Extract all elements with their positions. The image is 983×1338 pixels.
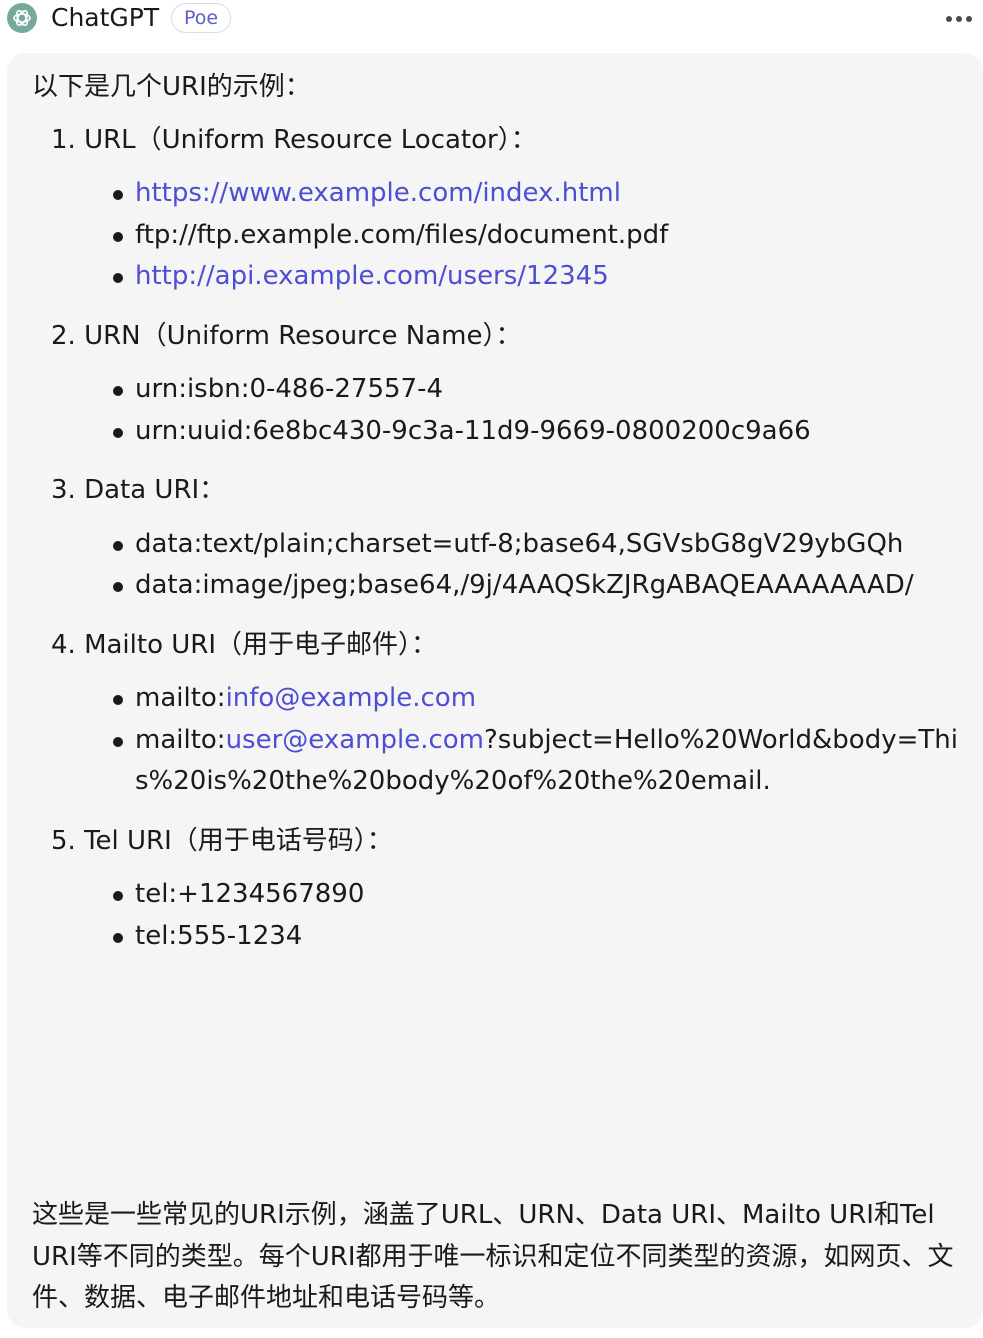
list-item: data:image/jpeg;base64,/9j/4AAQSkZJRgABA… [32,565,959,607]
section-heading: 3. Data URI： [51,475,226,505]
section-heading: 2. URN（Uniform Resource Name）： [51,320,522,351]
message-intro: 以下是几个URI的示例： [32,72,311,102]
poe-badge[interactable]: Poe [171,3,232,33]
message-bubble: 以下是几个URI的示例： 1. URL（Uniform Resource Loc… [7,53,983,1328]
list-item: ftp://ftp.example.com/files/document.pdf [32,215,959,257]
list-item: mailto:user@example.com?subject=Hello%20… [32,720,959,803]
mailto-prefix: mailto: [135,683,226,713]
list-item: urn:uuid:6e8bc430-9c3a-11d9-9669-0800200… [32,411,959,453]
section-tel-uri: 5. Tel URI（用于电话号码）： tel:+1234567890 tel:… [32,821,959,958]
message-summary: 这些是一些常见的URI示例，涵盖了URL、URN、Data URI、Mailto… [32,1200,954,1313]
section-heading: 5. Tel URI（用于电话号码）： [51,825,393,856]
url-link[interactable]: https://www.example.com/index.html [135,178,621,208]
list-item: tel:555-1234 [32,916,959,958]
uri-example-list: 1. URL（Uniform Resource Locator）： https:… [32,120,959,958]
more-options-button[interactable] [940,6,978,32]
email-link[interactable]: info@example.com [226,683,476,713]
openai-logo-icon[interactable] [7,3,37,33]
list-item: http://api.example.com/users/12345 [32,256,959,298]
email-link[interactable]: user@example.com [226,725,484,755]
section-urn: 2. URN（Uniform Resource Name）： urn:isbn:… [32,316,959,453]
section-heading: 1. URL（Uniform Resource Locator）： [51,124,537,155]
list-item: tel:+1234567890 [32,874,959,916]
chat-header: ChatGPT Poe [0,0,983,40]
section-data-uri: 3. Data URI： data:text/plain;charset=utf… [32,470,959,607]
list-item: urn:isbn:0-486-27557-4 [32,369,959,411]
section-heading: 4. Mailto URI（用于电子邮件）： [51,629,438,660]
list-item: data:text/plain;charset=utf-8;base64,SGV… [32,524,959,566]
bot-name[interactable]: ChatGPT [51,3,159,33]
more-horizontal-icon [946,16,952,22]
section-url: 1. URL（Uniform Resource Locator）： https:… [32,120,959,298]
list-item: https://www.example.com/index.html [32,173,959,215]
list-item: mailto:info@example.com [32,678,959,720]
section-mailto-uri: 4. Mailto URI（用于电子邮件）： mailto:info@examp… [32,625,959,803]
mailto-prefix: mailto: [135,724,226,755]
url-link[interactable]: http://api.example.com/users/12345 [135,261,609,291]
